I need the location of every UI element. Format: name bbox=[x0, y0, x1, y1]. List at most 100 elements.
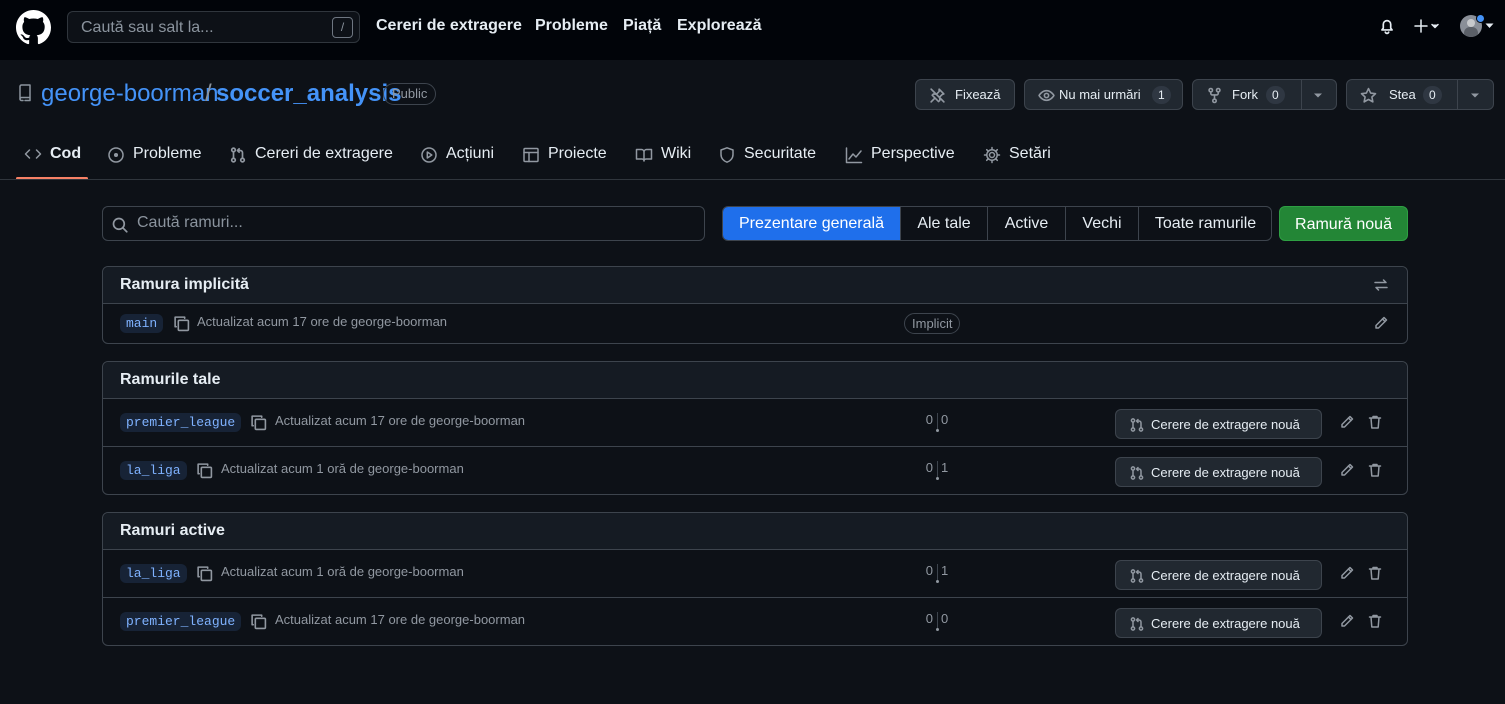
trash-icon[interactable] bbox=[1367, 462, 1383, 478]
search-icon bbox=[112, 217, 128, 233]
active-branches-header: Ramuri active bbox=[103, 513, 1407, 550]
branch-name[interactable]: la_liga bbox=[120, 564, 187, 583]
star-icon[interactable] bbox=[1360, 87, 1377, 104]
pencil-icon[interactable] bbox=[1339, 414, 1355, 430]
new-pull-request-button[interactable]: Cerere de extragere nouă bbox=[1115, 608, 1322, 638]
new-pull-request-button[interactable]: Cerere de extragere nouă bbox=[1115, 409, 1322, 439]
behind-count: 0 bbox=[925, 611, 933, 626]
copy-icon[interactable] bbox=[173, 315, 190, 332]
your-branches-box: Ramurile tale premier_league Actualizat … bbox=[102, 361, 1408, 495]
github-logo-icon[interactable] bbox=[16, 10, 51, 45]
filter-active[interactable]: Active bbox=[987, 207, 1065, 240]
branch-name-main[interactable]: main bbox=[120, 314, 164, 333]
new-pull-request-button[interactable]: Cerere de extragere nouă bbox=[1115, 560, 1322, 590]
copy-icon[interactable] bbox=[250, 613, 267, 630]
ahead-behind-dot bbox=[936, 429, 939, 432]
nav-pull-requests[interactable]: Cereri de extragere bbox=[376, 17, 522, 35]
tab-settings-label: Setări bbox=[1009, 145, 1051, 162]
star-count: 0 bbox=[1423, 86, 1442, 104]
filter-overview[interactable]: Prezentare generală bbox=[723, 207, 900, 240]
pencil-icon[interactable] bbox=[1339, 462, 1355, 478]
fork-dropdown-caret-icon[interactable] bbox=[1313, 93, 1323, 98]
copy-icon[interactable] bbox=[250, 414, 267, 431]
copy-icon[interactable] bbox=[196, 565, 213, 582]
new-pull-request-label: Cerere de extragere nouă bbox=[1151, 568, 1300, 583]
notification-dot bbox=[1476, 14, 1485, 23]
fork-label[interactable]: Fork bbox=[1232, 87, 1258, 102]
new-branch-button[interactable]: Ramură nouă bbox=[1279, 206, 1408, 241]
fork-count: 0 bbox=[1266, 86, 1285, 104]
pencil-icon[interactable] bbox=[1339, 565, 1355, 581]
branch-row: la_liga Actualizat acum 1 oră de george-… bbox=[103, 446, 1407, 493]
star-label[interactable]: Stea bbox=[1389, 87, 1416, 102]
tab-projects-label: Proiecte bbox=[548, 145, 607, 162]
default-badge: Implicit bbox=[904, 313, 961, 334]
filter-yours[interactable]: Ale tale bbox=[900, 207, 987, 240]
create-new-plus-icon[interactable] bbox=[1413, 18, 1443, 34]
book-icon bbox=[635, 148, 653, 162]
gear-icon bbox=[983, 146, 1001, 164]
watch-count: 1 bbox=[1152, 86, 1171, 104]
switch-default-icon[interactable] bbox=[1373, 277, 1389, 293]
branch-row: main Actualizat acum 17 ore de george-bo… bbox=[103, 304, 1407, 343]
branch-search-input[interactable]: Caută ramuri... bbox=[102, 206, 705, 241]
filter-stale[interactable]: Vechi bbox=[1065, 207, 1138, 240]
ahead-behind-divider bbox=[937, 564, 938, 581]
star-button-group: Stea 0 bbox=[1346, 79, 1494, 110]
nav-marketplace[interactable]: Piață bbox=[623, 17, 661, 35]
branch-name[interactable]: premier_league bbox=[120, 612, 242, 631]
global-search-input[interactable]: Caută sau salt la... / bbox=[67, 11, 360, 43]
behind-count: 0 bbox=[925, 460, 933, 475]
trash-icon[interactable] bbox=[1367, 613, 1383, 629]
pin-button[interactable]: Fixează bbox=[915, 79, 1015, 110]
ahead-behind-divider bbox=[937, 413, 938, 430]
watch-label: Nu mai urmări bbox=[1059, 87, 1141, 102]
avatar-caret-icon[interactable] bbox=[1485, 23, 1494, 29]
tab-issues-label: Probleme bbox=[133, 145, 202, 162]
trash-icon[interactable] bbox=[1367, 414, 1383, 430]
nav-issues[interactable]: Probleme bbox=[535, 17, 608, 35]
pull-request-icon bbox=[1130, 569, 1144, 583]
trash-icon[interactable] bbox=[1367, 565, 1383, 581]
pin-label: Fixează bbox=[955, 87, 1001, 102]
tab-security-label: Securitate bbox=[744, 145, 817, 162]
tab-pull-requests-label: Cereri de extragere bbox=[255, 145, 393, 162]
nav-explore[interactable]: Explorează bbox=[677, 17, 761, 35]
ahead-behind-indicator: 0 0 bbox=[906, 411, 948, 433]
ahead-count: 1 bbox=[941, 460, 949, 475]
ahead-behind-indicator: 0 1 bbox=[906, 459, 949, 481]
fork-divider bbox=[1301, 80, 1302, 109]
branch-name[interactable]: la_liga bbox=[120, 461, 187, 480]
graph-icon bbox=[845, 147, 863, 164]
pull-request-icon bbox=[1130, 617, 1144, 631]
repo-name-link[interactable]: soccer_analysis bbox=[216, 80, 401, 108]
ahead-behind-indicator: 0 1 bbox=[906, 562, 949, 584]
tab-wiki-label: Wiki bbox=[661, 145, 692, 162]
issue-icon bbox=[108, 147, 124, 163]
new-pull-request-button[interactable]: Cerere de extragere nouă bbox=[1115, 457, 1322, 487]
copy-icon[interactable] bbox=[196, 462, 213, 479]
repo-owner-link[interactable]: george-boorman bbox=[41, 80, 218, 108]
branch-updated: Actualizat acum 17 ore de george-boorman bbox=[275, 413, 526, 428]
pull-request-icon bbox=[1130, 418, 1144, 432]
tab-actions-label: Acțiuni bbox=[446, 145, 495, 162]
ahead-behind-divider bbox=[937, 461, 938, 478]
bell-icon[interactable] bbox=[1378, 17, 1396, 35]
tab-code-label: Cod bbox=[50, 145, 82, 162]
pin-slash-icon bbox=[930, 88, 945, 103]
active-branches-title: Ramuri active bbox=[120, 522, 225, 539]
filter-all-branches[interactable]: Toate ramurile bbox=[1138, 207, 1271, 240]
fork-icon[interactable] bbox=[1206, 87, 1223, 104]
ahead-behind-dot bbox=[936, 580, 939, 583]
ahead-count: 1 bbox=[941, 563, 949, 578]
unwatch-button[interactable]: Nu mai urmări 1 bbox=[1024, 79, 1183, 110]
branch-updated: Actualizat acum 1 oră de george-boorman bbox=[221, 461, 464, 476]
pencil-icon[interactable] bbox=[1373, 315, 1389, 331]
ahead-count: 0 bbox=[941, 611, 949, 626]
new-pull-request-label: Cerere de extragere nouă bbox=[1151, 417, 1300, 432]
pencil-icon[interactable] bbox=[1339, 613, 1355, 629]
star-dropdown-caret-icon[interactable] bbox=[1470, 93, 1480, 98]
branch-updated: Actualizat acum 17 ore de george-boorman bbox=[275, 612, 526, 627]
ahead-behind-divider bbox=[937, 612, 938, 629]
branch-name[interactable]: premier_league bbox=[120, 413, 242, 432]
